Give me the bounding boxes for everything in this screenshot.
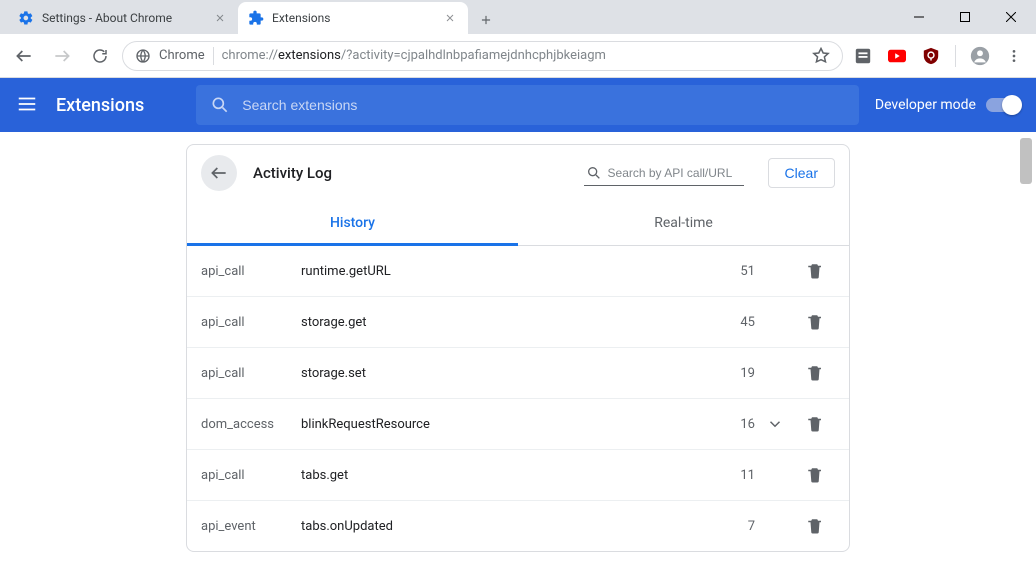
toolbar-divider: [955, 45, 956, 67]
activity-type: api_call: [201, 366, 301, 381]
browser-toolbar: Chrome chrome://extensions/?activity=cjp…: [0, 34, 1036, 78]
ext-icon-ublock[interactable]: [917, 42, 945, 70]
nav-reload-button[interactable]: [84, 40, 116, 72]
delete-row-icon[interactable]: [795, 517, 835, 535]
tab-close-icon[interactable]: [212, 10, 228, 26]
bookmark-star-icon[interactable]: [812, 47, 830, 65]
activity-row[interactable]: api_calltabs.get11: [187, 450, 849, 501]
activity-tabs: History Real-time: [187, 201, 849, 246]
ext-icon-youtube[interactable]: [883, 42, 911, 70]
api-search-field[interactable]: [584, 161, 744, 186]
search-icon: [586, 165, 602, 181]
extensions-header: Extensions Developer mode: [0, 78, 1036, 132]
developer-mode-label: Developer mode: [875, 97, 976, 113]
activity-log-header: Activity Log Clear: [187, 145, 849, 201]
browser-tab-settings[interactable]: Settings - About Chrome: [8, 2, 238, 34]
url-text: chrome://extensions/?activity=cjpalhdlnb…: [222, 48, 804, 63]
activity-type: api_call: [201, 468, 301, 483]
back-button[interactable]: [201, 155, 237, 191]
search-extensions-input[interactable]: [242, 97, 845, 113]
activity-type: dom_access: [201, 417, 301, 432]
activity-type: api_call: [201, 264, 301, 279]
activity-rows: api_callruntime.getURL51api_callstorage.…: [187, 246, 849, 551]
profile-avatar-icon[interactable]: [966, 42, 994, 70]
activity-row[interactable]: api_callstorage.get45: [187, 297, 849, 348]
tabstrip: Settings - About Chrome Extensions: [0, 2, 896, 34]
activity-log-card: Activity Log Clear History Real-time api…: [186, 144, 850, 552]
extension-action-icons: [849, 42, 1028, 70]
settings-gear-icon: [18, 10, 34, 26]
api-search-input[interactable]: [608, 166, 763, 180]
omnibox-divider: [213, 47, 214, 65]
tab-realtime[interactable]: Real-time: [518, 201, 849, 245]
developer-mode-toggle[interactable]: [986, 98, 1020, 112]
ext-icon-1[interactable]: [849, 42, 877, 70]
search-extensions-field[interactable]: [196, 85, 859, 125]
delete-row-icon[interactable]: [795, 313, 835, 331]
scrollbar-track[interactable]: [1020, 138, 1032, 560]
browser-tab-title: Settings - About Chrome: [42, 11, 204, 25]
activity-name: blinkRequestResource: [301, 417, 715, 432]
activity-row[interactable]: api_eventtabs.onUpdated7: [187, 501, 849, 551]
activity-row[interactable]: api_callruntime.getURL51: [187, 246, 849, 297]
activity-count: 45: [715, 315, 755, 330]
activity-name: storage.set: [301, 366, 715, 381]
activity-count: 7: [715, 519, 755, 534]
scrollbar-thumb[interactable]: [1020, 138, 1032, 184]
window-controls: [896, 0, 1034, 34]
delete-row-icon[interactable]: [795, 364, 835, 382]
delete-row-icon[interactable]: [795, 415, 835, 433]
activity-count: 16: [715, 417, 755, 432]
nav-forward-button[interactable]: [46, 40, 78, 72]
activity-count: 51: [715, 264, 755, 279]
browser-tab-title: Extensions: [272, 11, 434, 25]
activity-row[interactable]: dom_accessblinkRequestResource16: [187, 399, 849, 450]
address-bar[interactable]: Chrome chrome://extensions/?activity=cjp…: [122, 41, 843, 71]
window-minimize-button[interactable]: [896, 2, 942, 32]
activity-name: storage.get: [301, 315, 715, 330]
page-title: Extensions: [56, 95, 144, 116]
window-titlebar: Settings - About Chrome Extensions: [0, 0, 1036, 34]
clear-button[interactable]: Clear: [768, 158, 835, 188]
activity-row[interactable]: api_callstorage.set19: [187, 348, 849, 399]
activity-name: tabs.onUpdated: [301, 519, 715, 534]
tab-close-icon[interactable]: [442, 10, 458, 26]
content-area: Activity Log Clear History Real-time api…: [0, 132, 1036, 572]
activity-log-title: Activity Log: [249, 164, 572, 182]
activity-count: 19: [715, 366, 755, 381]
delete-row-icon[interactable]: [795, 466, 835, 484]
menu-hamburger-icon[interactable]: [16, 93, 40, 117]
site-info-icon[interactable]: [135, 48, 151, 64]
developer-mode-row: Developer mode: [875, 97, 1020, 113]
menu-dots-icon[interactable]: [1000, 42, 1028, 70]
browser-tab-extensions[interactable]: Extensions: [238, 2, 468, 34]
activity-name: tabs.get: [301, 468, 715, 483]
activity-count: 11: [715, 468, 755, 483]
window-maximize-button[interactable]: [942, 2, 988, 32]
delete-row-icon[interactable]: [795, 262, 835, 280]
activity-name: runtime.getURL: [301, 264, 715, 279]
extension-icon: [248, 10, 264, 26]
activity-type: api_event: [201, 519, 301, 534]
tab-history[interactable]: History: [187, 201, 518, 245]
window-close-button[interactable]: [988, 2, 1034, 32]
new-tab-button[interactable]: [472, 6, 500, 34]
activity-type: api_call: [201, 315, 301, 330]
url-chip: Chrome: [159, 48, 205, 63]
expand-row-icon[interactable]: [755, 415, 795, 433]
search-icon: [210, 95, 230, 115]
nav-back-button[interactable]: [8, 40, 40, 72]
